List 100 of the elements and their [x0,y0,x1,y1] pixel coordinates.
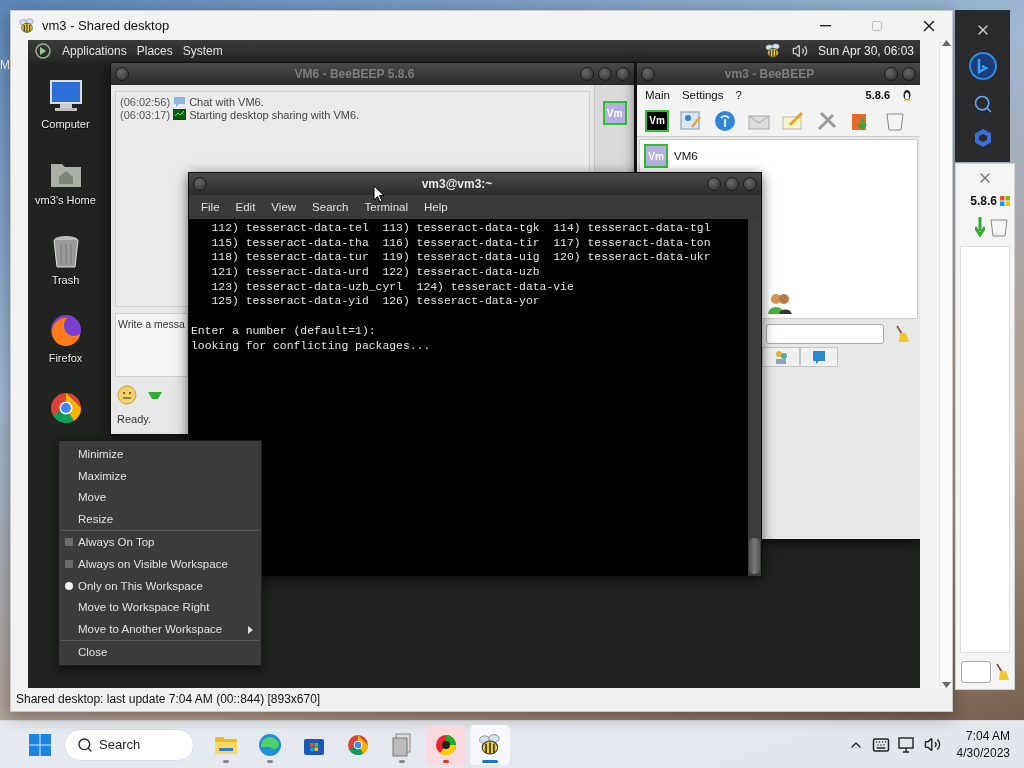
window-menu-button[interactable] [115,67,129,81]
window-button[interactable] [580,67,594,81]
desktop-icon-label[interactable]: Firefox [48,352,83,364]
menu-item[interactable]: Help [416,201,456,213]
taskbar-app-button[interactable] [426,724,466,765]
panel-menu[interactable]: Places [136,44,173,58]
menu-item[interactable]: Settings [681,89,724,101]
checkbox[interactable] [65,559,73,568]
panel-clock[interactable]: Sun Apr 30, 06:03 [817,44,914,58]
terminal-line: looking for conflicting packages... [191,338,432,354]
menu-item[interactable]: Move [78,491,107,504]
terminal-line: 123) tesseract-data-uzb_cyrl 124) tesseract-data-vie [210,279,575,295]
message-input[interactable] [766,324,884,344]
status-avatar-button[interactable]: Vm [645,109,669,132]
log-time: (06:03:17) [120,109,171,121]
window-menu-button[interactable] [193,177,207,191]
window-button[interactable] [707,177,721,191]
broadcast-icon[interactable] [713,108,737,133]
menu-item[interactable]: Minimize [78,447,124,460]
user-name[interactable]: VM6 [674,150,698,162]
hexagon-logo-icon[interactable] [972,128,993,148]
people-icon [773,349,789,365]
computer-monitor-icon[interactable] [47,78,84,114]
menu-item[interactable]: Resize [78,513,114,526]
log-message: Chat with VM6. [189,96,264,108]
penguin-icon [902,89,912,101]
scrollbar[interactable] [939,40,952,688]
window-title: vm3 - Shared desktop [42,18,171,33]
message-input[interactable] [961,661,991,683]
desktop-icon-label[interactable]: Trash [51,274,80,286]
status-bar: Shared desktop: last update 7:04 AM (00::844) [893x670] [11,688,952,711]
menu-item[interactable]: Search [304,201,357,213]
people-icon[interactable] [767,292,793,314]
scrollbar[interactable] [748,219,761,576]
scroll-up-icon[interactable] [941,40,951,46]
keyboard-icon[interactable] [871,735,890,754]
menu-item[interactable]: Always on Visible Workspace [78,557,228,570]
windows-logo-icon [1000,196,1010,206]
window-button[interactable] [598,67,612,81]
version-label: 5.8.6 [865,89,890,101]
clock[interactable]: 7:04 AM 4/30/2023 [948,729,1010,760]
panel-menu[interactable]: System [182,44,223,58]
speaker-icon[interactable] [791,43,808,59]
panel-menu[interactable]: Applications [62,44,127,58]
window-title: VM6 - BeeBEEP 5.8.6 [293,67,416,81]
log-time: (06:02:56) [120,96,171,108]
window-button[interactable] [902,67,916,81]
down-arrow-icon[interactable] [975,217,985,237]
terminal-line: 115) tesseract-data-tha 116) tesseract-data-tir 117) tesseract-data-ton [210,235,712,251]
window-title: vm3@vm3:~ [420,177,494,191]
document-stack-icon [391,732,413,757]
message-field[interactable]: Write a messa [115,313,188,377]
window-button[interactable] [725,177,739,191]
chats-tab[interactable] [800,347,838,367]
user-list-item[interactable]: Vm VM6 [644,144,913,168]
bee-icon [477,731,503,758]
foot-logo-icon[interactable] [34,42,52,60]
search-icon[interactable] [972,94,993,114]
smiley-icon[interactable] [117,385,137,405]
window-title: vm3 - BeeBEEP [723,67,816,81]
menu-item[interactable]: Terminal [356,201,416,213]
radio-button[interactable] [65,581,73,590]
menu-item[interactable]: Move to Another Workspace [78,623,223,636]
menu-item[interactable]: Main [645,89,670,101]
minimize-icon [819,24,831,27]
menu-item[interactable]: File [193,201,228,213]
submenu-arrow-icon [248,626,253,635]
checkbox[interactable] [65,538,73,547]
terminal-line: 121) tesseract-data-urd 122) tesseract-data-uzb [210,265,541,280]
bowl-icon[interactable] [147,390,163,400]
window-button[interactable] [616,67,630,81]
window-button[interactable] [743,177,757,191]
menu-item[interactable]: Only on This Workspace [78,579,203,592]
speaker-icon[interactable] [923,736,941,753]
trash-can-icon[interactable] [50,234,81,270]
window-menu-button[interactable] [641,67,655,81]
menu-item[interactable]: Move to Workspace Right [78,601,210,614]
terminal-line: 125) tesseract-data-yid 126) tesseract-data-yor [210,294,541,310]
network-icon[interactable] [897,736,916,753]
window-button[interactable] [884,67,898,81]
chat-logo-icon[interactable] [968,52,997,80]
chat-window-icon [812,349,826,365]
menu-item[interactable]: View [263,201,305,213]
desktop-icon-label[interactable]: Computer [41,118,90,130]
broom-icon[interactable] [994,663,1010,681]
status-text: Ready. [116,412,153,425]
menu-item[interactable]: ? [735,89,742,101]
desktop-icon-label: M [0,58,10,72]
menu-item[interactable]: Always On Top [78,536,155,549]
menu-item[interactable]: Close [78,646,108,659]
swirl-logo-icon [258,732,282,757]
desktop-icon-label[interactable]: vm3's Home [35,194,96,206]
bin-icon[interactable] [988,216,1010,238]
menu-item[interactable]: Edit [227,201,264,213]
taskbar-app-button[interactable] [470,724,510,765]
search-button[interactable]: Search [64,728,194,761]
menu-item[interactable]: Maximize [78,469,127,482]
bee-icon [763,42,782,60]
users-tab[interactable] [762,347,800,367]
profile-edit-icon[interactable] [679,108,703,133]
